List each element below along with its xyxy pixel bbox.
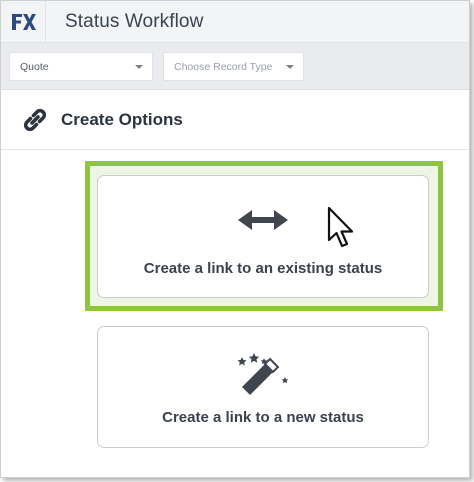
chevron-down-icon — [286, 65, 294, 69]
app-header: Status Workflow — [1, 1, 469, 43]
fx-logo-icon — [12, 14, 36, 30]
mouse-pointer-icon — [327, 206, 354, 248]
filter-bar: Quote Choose Record Type — [1, 43, 469, 90]
chevron-down-icon — [135, 65, 143, 69]
object-select-value: Quote — [20, 60, 49, 73]
record-type-select[interactable]: Choose Record Type — [163, 52, 304, 81]
section-title: Create Options — [61, 110, 183, 129]
record-type-placeholder: Choose Record Type — [174, 60, 273, 73]
create-link-new-status-option[interactable]: Create a link to a new status — [97, 326, 429, 448]
double-arrow-icon — [238, 210, 288, 230]
app-window: Status Workflow Quote Choose Record Type… — [0, 0, 470, 478]
link-icon — [23, 108, 47, 132]
magic-wand-icon — [237, 353, 289, 395]
app-logo[interactable] — [1, 1, 46, 43]
option-label: Create a link to a new status — [162, 409, 364, 426]
option-label: Create a link to an existing status — [143, 260, 383, 277]
object-select[interactable]: Quote — [9, 52, 153, 81]
app-title: Status Workflow — [65, 11, 204, 32]
create-options-header: Create Options — [1, 90, 469, 150]
create-link-existing-status-option[interactable]: Create a link to an existing status — [97, 175, 429, 298]
